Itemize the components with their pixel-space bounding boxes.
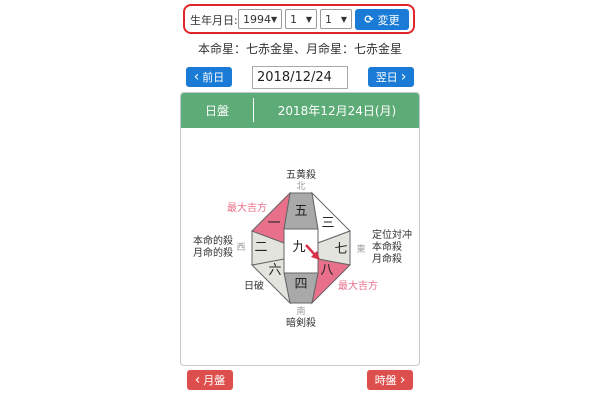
chevron-left-icon: ‹ <box>194 372 201 388</box>
hour-board-label: 時盤 <box>374 374 397 387</box>
annotation-bottom: 暗剣殺 <box>286 316 316 329</box>
chevron-right-icon: › <box>400 69 407 85</box>
annotation-right-3: 月命殺 <box>372 252 402 265</box>
annotation-lower-left: 日破 <box>244 279 264 292</box>
annotation-lower-right: 最大吉方 <box>338 279 378 292</box>
cell-number-west: 二 <box>254 240 267 255</box>
chevron-down-icon: ▼ <box>305 14 312 24</box>
next-day-button[interactable]: 翌日 › <box>368 67 414 87</box>
direction-east: 東 <box>356 243 365 255</box>
cell-number-northeast: 三 <box>321 216 334 231</box>
hour-board-button[interactable]: 時盤 › <box>367 370 413 390</box>
annotation-top: 五黄殺 <box>286 168 316 181</box>
chevron-right-icon: › <box>399 372 406 388</box>
prev-day-button[interactable]: ‹ 前日 <box>186 67 232 87</box>
prev-day-label: 前日 <box>202 71 225 84</box>
annotation-right-2: 本命殺 <box>372 240 402 253</box>
cell-number-northwest: 一 <box>267 216 280 231</box>
annotation-left-2: 月命的殺 <box>193 246 233 259</box>
day-board-panel: 日盤 2018年12月24日(月) 五 三 七 八 四 六 二 一 九 北 南 <box>180 92 420 366</box>
date-input[interactable]: 2018/12/24 <box>252 66 348 89</box>
cell-number-southwest: 六 <box>268 263 281 278</box>
kyusei-board: 五 三 七 八 四 六 二 一 九 北 南 東 西 五黄殺 暗剣殺 最大吉方 最… <box>193 168 412 329</box>
cell-number-south: 四 <box>294 277 307 292</box>
direction-west: 西 <box>236 242 245 253</box>
next-day-label: 翌日 <box>375 71 398 84</box>
direction-south: 南 <box>296 305 305 317</box>
star-info: 本命星：七赤金星、月命星：七赤金星 <box>197 42 402 56</box>
cell-number-east: 七 <box>334 242 347 257</box>
month-board-label: 月盤 <box>203 374 226 387</box>
annotation-upper-left: 最大吉方 <box>227 201 267 214</box>
birth-date-label: 生年月日: <box>190 14 238 27</box>
annotation-right-1: 定位対冲 <box>372 228 412 241</box>
annotation-left-1: 本命的殺 <box>193 234 233 247</box>
day-select[interactable]: 1 ▼ <box>320 9 352 29</box>
chevron-left-icon: ‹ <box>193 69 200 85</box>
cell-number-southeast: 八 <box>320 263 333 278</box>
chevron-down-icon: ▼ <box>271 14 278 24</box>
cell-number-center: 九 <box>292 240 305 255</box>
cell-number-north: 五 <box>294 204 307 219</box>
year-select[interactable]: 1994 ▼ <box>238 9 282 29</box>
change-button[interactable]: ⟳ 変更 <box>355 9 409 30</box>
change-button-label: 変更 <box>377 13 400 27</box>
refresh-icon: ⟳ <box>364 13 374 26</box>
direction-north: 北 <box>296 181 305 192</box>
year-value: 1994 <box>243 12 271 26</box>
chevron-down-icon: ▼ <box>340 14 347 24</box>
day-value: 1 <box>325 12 332 26</box>
month-board-button[interactable]: ‹ 月盤 <box>187 370 233 390</box>
month-value: 1 <box>290 12 297 26</box>
month-select[interactable]: 1 ▼ <box>285 9 317 29</box>
